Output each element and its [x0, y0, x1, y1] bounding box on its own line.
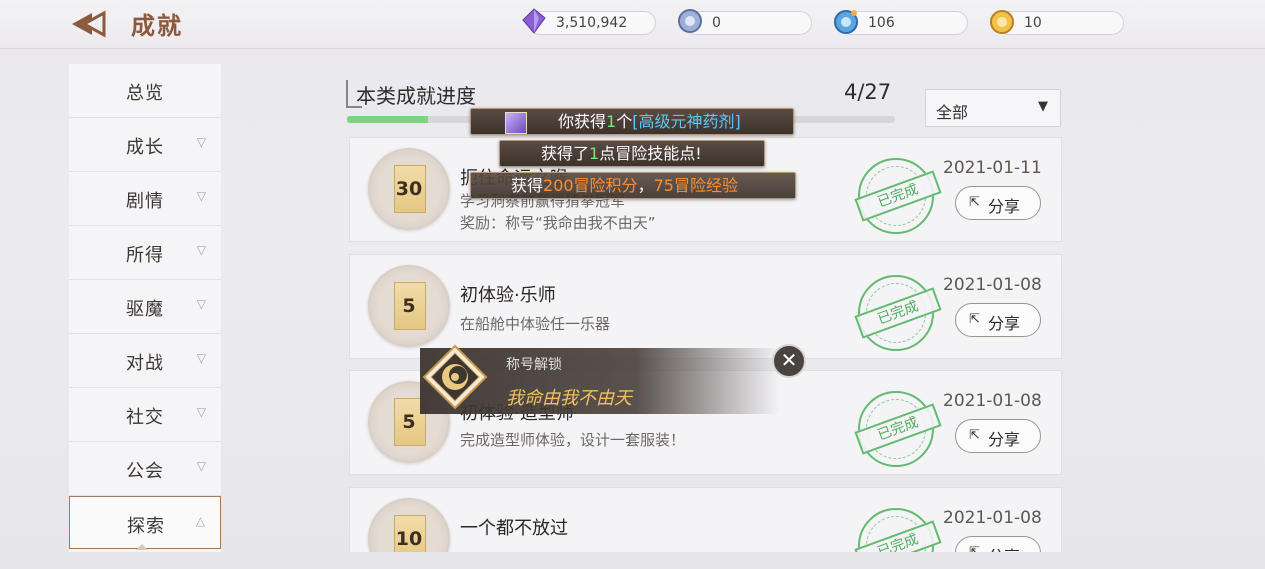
sidebar-item-acquired[interactable]: 所得 ▽: [69, 226, 221, 280]
currency-blue-coin: 106: [834, 10, 968, 35]
achievement-name: 初体验·乐师: [460, 285, 556, 306]
top-bar: 成就 3,510,942 0 106 10: [0, 0, 1265, 49]
sidebar-item-social[interactable]: 社交 ▽: [69, 388, 221, 442]
filter-value: 全部: [936, 103, 969, 122]
reward-toast-item: 你获得1个[高级元神药剂]: [470, 108, 794, 135]
sidebar-item-label: 总览: [126, 83, 164, 104]
sidebar-item-exorcism[interactable]: 驱魔 ▽: [69, 280, 221, 334]
title-emblem-icon: [422, 344, 488, 410]
page-title: 成就: [131, 12, 183, 40]
completed-stamp: 已完成: [854, 275, 942, 351]
currency-orb: 0: [678, 9, 812, 35]
progress-fill: [347, 116, 429, 123]
reward-toast-exp: 获得200冒险积分，75冒险经验: [470, 172, 796, 199]
achievement-reward: 奖励：称号“我命由我不由天”: [460, 214, 656, 232]
completed-stamp: 已完成: [854, 508, 942, 552]
sidebar-item-story[interactable]: 剧情 ▽: [69, 172, 221, 226]
currency-crystal: 3,510,942: [522, 8, 656, 35]
share-icon: ⇱: [969, 195, 980, 210]
share-icon: ⇱: [969, 428, 980, 443]
back-arrow-icon[interactable]: [70, 10, 106, 38]
currency-crystal-value: 3,510,942: [556, 15, 628, 31]
title-unlock-heading: 称号解锁: [506, 357, 562, 373]
share-icon: ⇱: [969, 545, 980, 552]
title-unlock-popup: 称号解锁 我命由我不由天: [420, 344, 780, 414]
completed-stamp: 已完成: [854, 391, 942, 467]
blue-coin-icon: [834, 10, 858, 34]
achievement-points: 10: [395, 528, 423, 550]
title-unlock-name: 我命由我不由天: [506, 388, 632, 409]
purple-crystal-icon: [522, 8, 546, 34]
reward-toast-skill: 获得了1点冒险技能点!: [499, 140, 765, 167]
share-icon: ⇱: [969, 312, 980, 327]
chevron-down-icon: ▽: [196, 459, 206, 473]
progress-count: 4/27: [844, 80, 892, 104]
sidebar-item-guild[interactable]: 公会 ▽: [69, 442, 221, 496]
achievement-date: 2021-01-08: [943, 391, 1042, 411]
chevron-down-icon: ▽: [196, 351, 206, 365]
currency-gold-coin: 10: [990, 10, 1124, 35]
sidebar-item-overview[interactable]: 总览: [69, 64, 221, 118]
achievement-points: 5: [402, 411, 416, 433]
achievement-desc: 完成造型师体验，设计一套服装！: [460, 431, 686, 449]
close-icon[interactable]: ✕: [772, 344, 806, 378]
points-medal: 10: [368, 498, 450, 552]
share-button[interactable]: ⇱ 分享: [955, 303, 1041, 337]
blue-orb-icon: [678, 9, 702, 33]
sidebar-item-growth[interactable]: 成长 ▽: [69, 118, 221, 172]
chevron-down-icon: ▼: [1038, 99, 1048, 114]
currency-blue-coin-value: 106: [868, 15, 895, 31]
achievement-date: 2021-01-11: [943, 158, 1042, 178]
active-indicator: [136, 544, 148, 550]
share-button[interactable]: ⇱ 分享: [955, 419, 1041, 453]
currency-gold-coin-value: 10: [1024, 15, 1042, 31]
share-button[interactable]: ⇱ 分享: [955, 536, 1041, 552]
achievement-points: 5: [402, 295, 416, 317]
currency-orb-value: 0: [712, 15, 721, 31]
chevron-down-icon: ▽: [196, 135, 206, 149]
achievement-points: 30: [395, 178, 423, 200]
achievement-desc: 在船舱中体验任一乐器: [460, 315, 611, 333]
points-medal: 5: [368, 265, 450, 347]
achievement-date: 2021-01-08: [943, 275, 1042, 295]
achievement-card: 10 一个都不放过 已完成 2021-01-08 ⇱ 分享: [349, 487, 1062, 552]
chevron-down-icon: ▽: [196, 243, 206, 257]
filter-dropdown[interactable]: 全部 ▼: [925, 89, 1061, 127]
share-button[interactable]: ⇱ 分享: [955, 186, 1041, 220]
sidebar-item-explore[interactable]: 探索 △: [69, 496, 221, 550]
chevron-down-icon: ▽: [196, 405, 206, 419]
achievement-date: 2021-01-08: [943, 508, 1042, 528]
chevron-up-icon: △: [195, 514, 205, 528]
category-sidebar: 总览 成长 ▽ 剧情 ▽ 所得 ▽ 驱魔 ▽ 对战 ▽ 社交 ▽ 公会 ▽ 探索…: [69, 64, 221, 552]
chevron-down-icon: ▽: [196, 297, 206, 311]
achievement-name: 一个都不放过: [460, 518, 568, 539]
gold-coin-icon: [990, 10, 1014, 34]
potion-icon: [505, 112, 527, 134]
sidebar-item-battle[interactable]: 对战 ▽: [69, 334, 221, 388]
progress-title: 本类成就进度: [356, 84, 476, 108]
chevron-down-icon: ▽: [196, 189, 206, 203]
completed-stamp: 已完成: [854, 158, 942, 234]
points-medal: 30: [368, 148, 450, 230]
